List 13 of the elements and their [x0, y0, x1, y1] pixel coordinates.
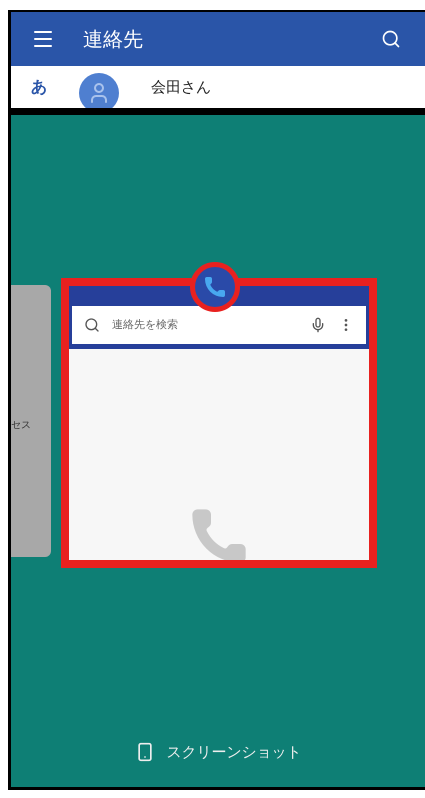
app-preview-card[interactable]: 連絡先を検索 — [61, 278, 377, 568]
card-text: セス — [11, 418, 32, 432]
screenshot-button[interactable]: スクリーンショット — [166, 740, 302, 763]
contact-name: 会田さん — [151, 76, 211, 98]
side-app-card[interactable]: セス — [11, 285, 51, 557]
search-icon[interactable] — [381, 29, 401, 49]
search-field[interactable]: 連絡先を検索 — [112, 316, 298, 334]
microphone-icon[interactable] — [310, 317, 326, 333]
search-bar[interactable]: 連絡先を検索 — [72, 306, 366, 344]
index-letter: あ — [31, 76, 47, 98]
app-title: 連絡先 — [83, 26, 144, 53]
contact-row[interactable]: あ 会田さん — [11, 66, 425, 108]
search-icon — [84, 317, 100, 333]
